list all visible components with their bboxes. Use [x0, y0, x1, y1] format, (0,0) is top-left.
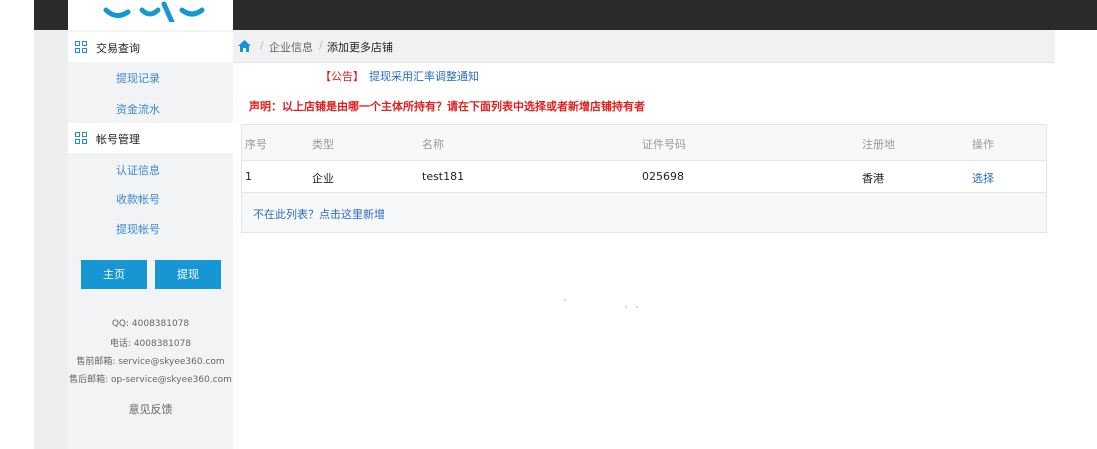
ownership-statement: 声明：以上店铺是由哪一个主体所持有？请在下面列表中选择或者新增店铺持有者 — [249, 100, 645, 113]
main-content: / 企业信息 / 添加更多店铺 【公告】 提现采用汇率调整通知 声明：以上店铺是… — [233, 30, 1055, 449]
cell-type: 企业 — [312, 172, 334, 185]
loading-dot — [636, 306, 638, 308]
breadcrumb-current: 添加更多店铺 — [327, 41, 393, 54]
breadcrumb-separator: / — [260, 39, 264, 52]
sidebar-group-account[interactable]: 帐号管理 — [68, 123, 233, 153]
select-button[interactable]: 选择 — [972, 170, 994, 186]
column-header-type: 类型 — [312, 138, 334, 151]
table-row: 1 企业 test181 025698 香港 选择 — [242, 160, 1046, 193]
breadcrumb-separator: / — [319, 39, 323, 52]
grid-icon — [75, 132, 88, 145]
withdraw-button[interactable]: 提现 — [155, 260, 221, 289]
brand-logo-icon — [103, 1, 205, 22]
cell-index: 1 — [245, 170, 252, 183]
notice-link[interactable]: 提现采用汇率调整通知 — [369, 68, 479, 84]
right-margin — [1055, 30, 1097, 449]
logo — [68, 0, 233, 30]
breadcrumb-parent[interactable]: 企业信息 — [269, 39, 313, 55]
sidebar: 交易查询 提现记录 资金流水 帐号管理 认证信息 收款帐号 提现帐号 主页 提现… — [68, 30, 233, 449]
loading-dot — [564, 299, 566, 301]
sidebar-item-receiving-account[interactable]: 收款帐号 — [68, 191, 208, 207]
cell-region: 香港 — [862, 172, 884, 185]
loading-dot — [625, 306, 627, 308]
sidebar-group-transactions[interactable]: 交易查询 — [68, 32, 233, 62]
column-header-action: 操作 — [972, 138, 994, 151]
feedback-link[interactable]: 意见反馈 — [68, 401, 233, 417]
column-header-id-number: 证件号码 — [642, 138, 686, 151]
sidebar-group-label: 交易查询 — [96, 42, 140, 55]
column-header-region: 注册地 — [862, 138, 895, 151]
contact-phone: 电话: 4008381078 — [109, 339, 192, 349]
contact-qq: QQ: 4008381078 — [111, 319, 190, 329]
add-new-owner-link[interactable]: 不在此列表？点击这里新增 — [253, 206, 385, 222]
sidebar-item-fund-flow[interactable]: 资金流水 — [68, 101, 208, 117]
notice-tag: 【公告】 — [320, 70, 364, 83]
sidebar-group-label: 帐号管理 — [96, 133, 140, 146]
sidebar-item-withdraw-records[interactable]: 提现记录 — [68, 70, 208, 86]
sidebar-item-verification[interactable]: 认证信息 — [68, 162, 208, 178]
sidebar-item-withdraw-account[interactable]: 提现帐号 — [68, 221, 208, 237]
grid-icon — [75, 41, 88, 54]
shop-owner-table: 序号 类型 名称 证件号码 注册地 操作 1 企业 test181 025698… — [241, 124, 1047, 233]
cell-name: test181 — [422, 170, 465, 183]
breadcrumb: / 企业信息 / 添加更多店铺 — [233, 30, 1055, 63]
home-button[interactable]: 主页 — [81, 260, 147, 289]
cell-id-number: 025698 — [642, 170, 684, 183]
column-header-name: 名称 — [422, 138, 444, 151]
home-icon[interactable] — [238, 40, 251, 52]
column-header-index: 序号 — [245, 138, 267, 151]
